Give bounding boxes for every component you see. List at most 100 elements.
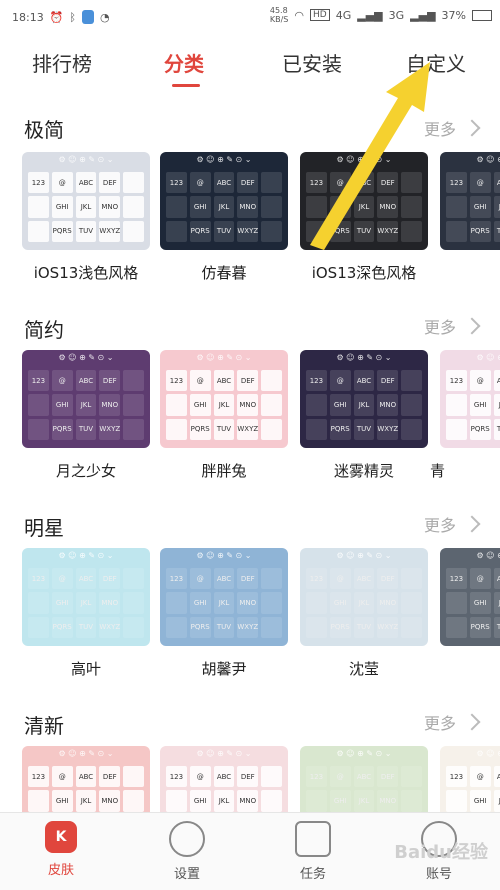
hd-badge: HD — [310, 9, 330, 21]
keyboard-keys: 123@ABCDEFGHIJKLMNOPQRSTUVWXYZ — [306, 370, 422, 440]
keyboard-key — [123, 196, 144, 218]
nav-tasks[interactable]: 任务 — [278, 821, 348, 882]
keyboard-toolbar: ⚙ ☺ ⊕ ✎ ⊙ ⌄ — [196, 550, 252, 560]
theme-name: 高叶 — [70, 660, 101, 678]
keyboard-key: @ — [469, 172, 491, 194]
keyboard-key: TUV — [213, 418, 235, 440]
keyboard-key: GHI — [189, 592, 211, 614]
keyboard-key: GHI — [469, 592, 491, 614]
keyboard-key: 123 — [306, 766, 327, 788]
keyboard-key: DEF — [237, 370, 259, 392]
gear-icon — [169, 821, 205, 857]
keyboard-key: JKL — [213, 592, 235, 614]
theme-name: 迷雾精灵 — [333, 462, 394, 480]
keyboard-key: MNO — [237, 790, 259, 812]
theme-name: 沈莹 — [348, 660, 379, 678]
keyboard-toolbar: ⚙ ☺ ⊕ ✎ ⊙ ⌄ — [476, 352, 500, 362]
keyboard-keys: 123@ABCDEFGHIJKLMNOPQRSTUVWXYZ — [306, 766, 422, 812]
theme-card[interactable]: ⚙ ☺ ⊕ ✎ ⊙ ⌄123@ABCDEFGHIJKLMNOPQRSTUVWXY… — [440, 350, 500, 448]
theme-card[interactable]: ⚙ ☺ ⊕ ✎ ⊙ ⌄123@ABCDEFGHIJKLMNOPQRSTUVWXY… — [300, 746, 428, 812]
keyboard-key: JKL — [75, 394, 97, 416]
keyboard-key: DEF — [99, 568, 121, 590]
keyboard-key — [401, 370, 422, 392]
keyboard-key — [261, 568, 282, 590]
keyboard-key: 123 — [166, 766, 187, 788]
tab-ranking[interactable]: 排行榜 — [32, 48, 92, 77]
keyboard-key: @ — [189, 766, 211, 788]
keyboard-key: @ — [189, 568, 211, 590]
keyboard-key: WXYZ — [377, 616, 399, 638]
keyboard-key — [306, 592, 327, 614]
theme-card[interactable]: ⚙ ☺ ⊕ ✎ ⊙ ⌄123@ABCDEFGHIJKLMNOPQRSTUVWXY… — [22, 152, 150, 250]
annotation-arrow — [310, 62, 430, 250]
keyboard-key: MNO — [377, 790, 399, 812]
nav-skin[interactable]: K 皮肤 — [26, 821, 96, 878]
keyboard-toolbar: ⚙ ☺ ⊕ ✎ ⊙ ⌄ — [196, 352, 252, 362]
signal-icon: ▂▄▆ — [357, 8, 383, 22]
keyboard-key: 123 — [306, 568, 327, 590]
keyboard-key: TUV — [493, 418, 500, 440]
nav-label: 账号 — [425, 867, 452, 882]
theme-card[interactable]: ⚙ ☺ ⊕ ✎ ⊙ ⌄123@ABCDEFGHIJKLMNOPQRSTUVWXY… — [160, 350, 288, 448]
keyboard-key: ABC — [493, 172, 500, 194]
theme-card[interactable]: ⚙ ☺ ⊕ ✎ ⊙ ⌄123@ABCDEFGHIJKLMNOPQRSTUVWXY… — [22, 746, 150, 812]
keyboard-key — [446, 790, 467, 812]
more-button[interactable]: 更多 — [424, 314, 481, 338]
nav-settings[interactable]: 设置 — [152, 821, 222, 882]
theme-name: 月之少女 — [55, 462, 116, 480]
section-title: 简约 — [24, 318, 64, 342]
keyboard-key — [166, 790, 187, 812]
keyboard-key — [306, 418, 327, 440]
section-title: 极简 — [24, 118, 64, 142]
keyboard-toolbar: ⚙ ☺ ⊕ ✎ ⊙ ⌄ — [58, 748, 114, 758]
keyboard-key — [261, 592, 282, 614]
more-button[interactable]: 更多 — [423, 710, 481, 734]
keyboard-key: MNO — [99, 592, 121, 614]
keyboard-key — [123, 616, 144, 638]
keyboard-key: MNO — [377, 394, 399, 416]
keyboard-key — [401, 394, 422, 416]
keyboard-key: DEF — [377, 568, 399, 590]
keyboard-key: @ — [51, 370, 73, 392]
theme-name: iOS13浅色风格 — [33, 264, 139, 282]
theme-card[interactable]: ⚙ ☺ ⊕ ✎ ⊙ ⌄123@ABCDEFGHIJKLMNOPQRSTUVWXY… — [22, 350, 150, 448]
keyboard-toolbar: ⚙ ☺ ⊕ ✎ ⊙ ⌄ — [58, 154, 114, 164]
theme-card[interactable]: ⚙ ☺ ⊕ ✎ ⊙ ⌄123@ABCDEFGHIJKLMNOPQRSTUVWXY… — [160, 152, 288, 250]
theme-card[interactable]: ⚙ ☺ ⊕ ✎ ⊙ ⌄123@ABCDEFGHIJKLMNOPQRSTUVWXY… — [160, 548, 288, 646]
more-label: 更多 — [423, 714, 456, 733]
keyboard-key — [261, 790, 282, 812]
keyboard-key — [306, 394, 327, 416]
keyboard-key: PQRS — [469, 220, 491, 242]
theme-card[interactable]: ⚙ ☺ ⊕ ✎ ⊙ ⌄123@ABCDEFGHIJKLMNOPQRSTUVWXY… — [440, 548, 500, 646]
keyboard-key — [166, 220, 187, 242]
theme-card[interactable]: ⚙ ☺ ⊕ ✎ ⊙ ⌄123@ABCDEFGHIJKLMNOPQRSTUVWXY… — [160, 746, 288, 812]
theme-card[interactable]: ⚙ ☺ ⊕ ✎ ⊙ ⌄123@ABCDEFGHIJKLMNOPQRSTUVWXY… — [300, 548, 428, 646]
keyboard-key — [446, 616, 467, 638]
keyboard-keys: 123@ABCDEFGHIJKLMNOPQRSTUVWXYZ — [446, 766, 500, 812]
tab-category[interactable]: 分类 — [164, 48, 204, 77]
keyboard-key — [28, 592, 49, 614]
keyboard-key: DEF — [237, 568, 259, 590]
keyboard-key: GHI — [469, 790, 491, 812]
keyboard-key: DEF — [377, 370, 399, 392]
chevron-right-icon — [463, 515, 481, 533]
theme-card[interactable]: ⚙ ☺ ⊕ ✎ ⊙ ⌄123@ABCDEFGHIJKLMNOPQRSTUVWXY… — [22, 548, 150, 646]
keyboard-key: @ — [329, 370, 351, 392]
keyboard-key: 123 — [166, 172, 187, 194]
nav-label: 任务 — [299, 867, 326, 882]
keyboard-key: TUV — [213, 616, 235, 638]
signal-icon: ▂▄▆ — [410, 8, 436, 22]
more-button[interactable]: 更多 — [424, 512, 481, 536]
keyboard-key — [28, 196, 49, 218]
keyboard-key: ABC — [493, 370, 500, 392]
keyboard-key: WXYZ — [99, 616, 121, 638]
theme-card[interactable]: ⚙ ☺ ⊕ ✎ ⊙ ⌄123@ABCDEFGHIJKLMNOPQRSTUVWXY… — [300, 350, 428, 448]
keyboard-key: TUV — [75, 418, 97, 440]
keyboard-key: @ — [51, 766, 73, 788]
chevron-right-icon — [463, 119, 481, 137]
keyboard-key: PQRS — [329, 616, 351, 638]
keyboard-key: ABC — [493, 568, 500, 590]
keyboard-toolbar: ⚙ ☺ ⊕ ✎ ⊙ ⌄ — [336, 550, 392, 560]
keyboard-key — [401, 616, 422, 638]
theme-card[interactable]: ⚙ ☺ ⊕ ✎ ⊙ ⌄123@ABCDEFGHIJKLMNOPQRSTUVWXY… — [440, 746, 500, 812]
